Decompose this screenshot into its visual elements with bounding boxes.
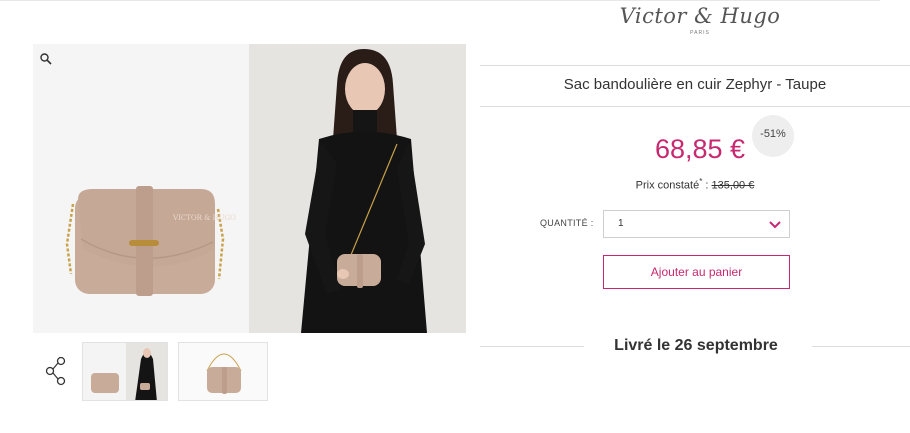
reference-price-separator: : bbox=[702, 179, 712, 192]
discount-badge: -51% bbox=[752, 115, 794, 157]
chevron-down-icon[interactable] bbox=[769, 219, 781, 229]
reference-price: Prix constaté* : 135,00 € bbox=[480, 177, 910, 192]
header-divider bbox=[0, 0, 880, 1]
thumbnail-strip bbox=[33, 342, 473, 404]
thumbnail-bag-and-model[interactable] bbox=[82, 342, 168, 401]
product-photo-bag[interactable]: VICTOR & HUGO bbox=[33, 44, 249, 333]
quantity-label: QUANTITÉ : bbox=[540, 218, 594, 228]
brand-logo-subtext: PARIS bbox=[690, 30, 710, 36]
product-gallery[interactable]: VICTOR & HUGO bbox=[33, 44, 466, 333]
quantity-value: 1 bbox=[618, 218, 624, 229]
reference-price-value: 135,00 € bbox=[711, 179, 755, 192]
delivery-divider-left bbox=[480, 346, 584, 347]
product-photo-model[interactable] bbox=[249, 44, 466, 333]
magnifier-icon[interactable] bbox=[39, 52, 53, 66]
title-divider-top bbox=[480, 65, 910, 66]
svg-text:VICTOR & HUGO: VICTOR & HUGO bbox=[172, 214, 236, 222]
title-divider-bottom bbox=[480, 106, 910, 107]
model-illustration bbox=[249, 44, 466, 333]
brand-logo[interactable]: Victor & Hugo PARIS bbox=[600, 2, 800, 50]
product-title: Sac bandoulière en cuir Zephyr - Taupe bbox=[563, 76, 827, 93]
bag-illustration: VICTOR & HUGO bbox=[33, 44, 249, 333]
delivery-date: Livré le 26 septembre bbox=[614, 337, 778, 354]
add-to-cart-button[interactable]: Ajouter au panier bbox=[603, 255, 790, 289]
reference-price-label: Prix constaté bbox=[635, 179, 700, 192]
brand-logo-text: Victor & Hugo bbox=[619, 4, 781, 28]
quantity-select[interactable]: 1 bbox=[603, 210, 790, 238]
thumbnail-bag-chain[interactable] bbox=[178, 342, 268, 401]
share-icon[interactable] bbox=[45, 356, 67, 386]
delivery-divider-right bbox=[812, 346, 910, 347]
